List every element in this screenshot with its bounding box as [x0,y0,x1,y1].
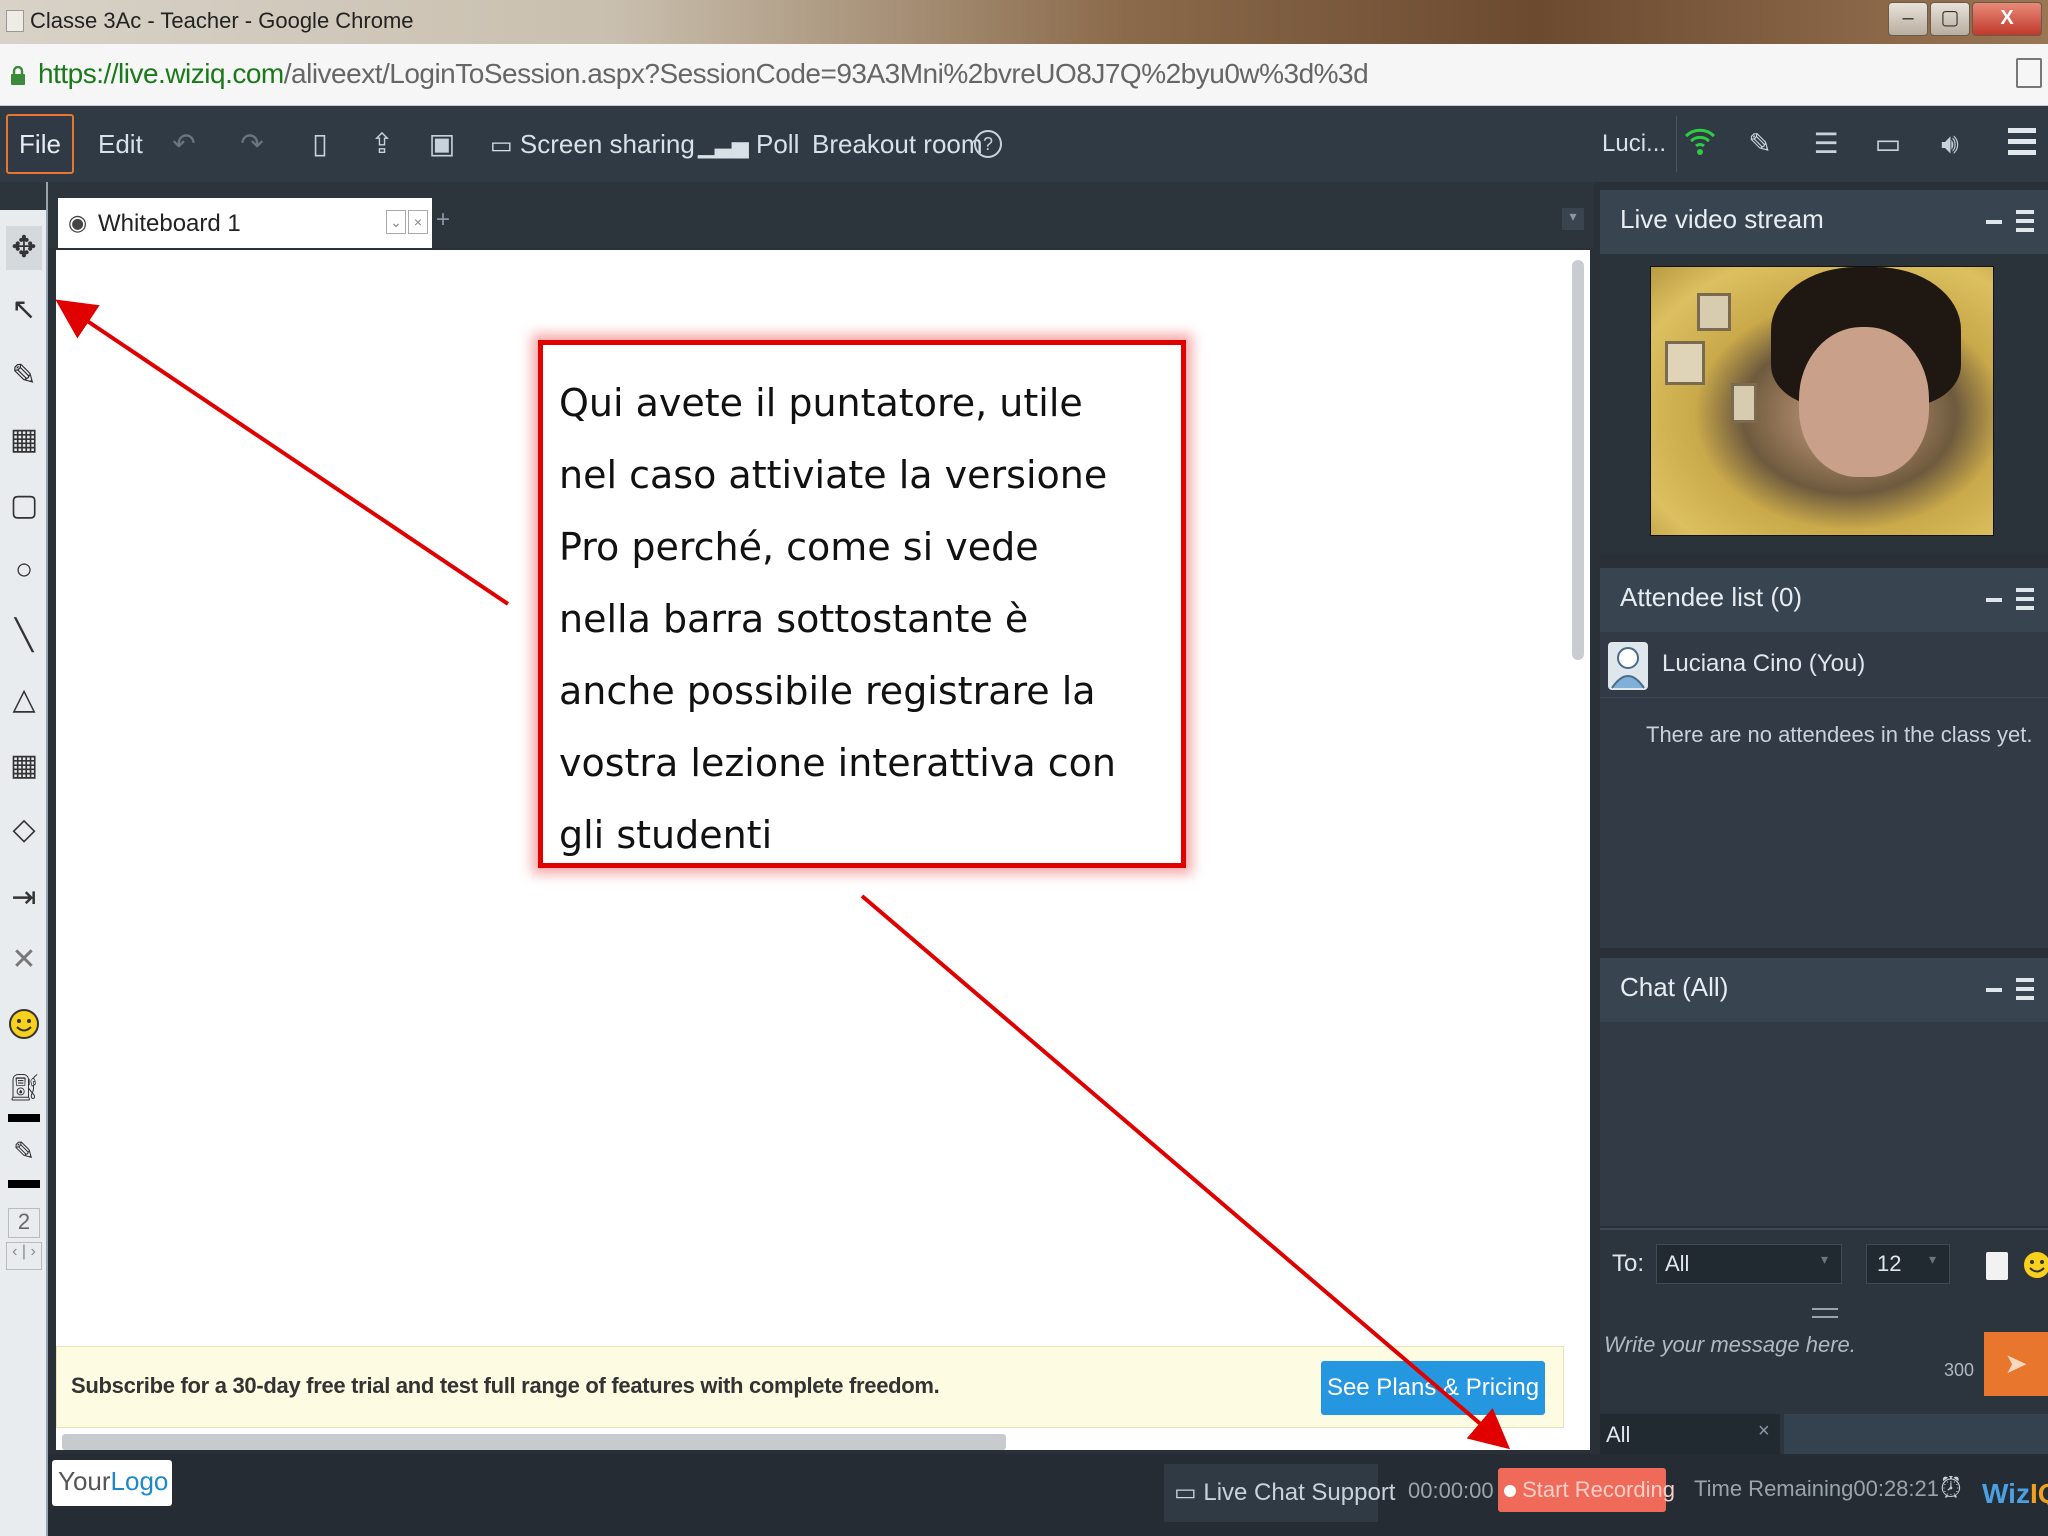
callout-line: vostra lezione interattiva con [559,741,1116,785]
callout-line: nel caso attiviate la versione [559,453,1108,497]
no-attendees-message: There are no attendees in the class yet. [1646,722,2033,747]
your-logo: YourLogo [52,1460,172,1506]
chat-bubble-icon: ▭ [1174,1479,1197,1506]
wiziq-brand-wiz: Wiz [1982,1478,2030,1509]
record-dot-icon [1504,1485,1516,1497]
webcam-frame-3 [1731,383,1757,423]
arrow-to-start-recording [860,894,1511,1450]
panel-menu-icon[interactable] [2016,210,2034,232]
attendee-panel: Luciana Cino (You) There are no attendee… [1600,632,2048,948]
live-video-panel [1600,254,2048,554]
live-video-panel-header: Live video stream [1600,190,2048,254]
chat-panel-title: Chat (All) [1620,972,1729,1002]
webcam-person-face [1799,327,1929,477]
chat-panel-header: Chat (All) [1600,958,2048,1022]
minimize-panel-icon[interactable] [1986,220,2002,224]
chat-char-count: 300 [1944,1360,1975,1380]
recording-timer: 00:00:00 [1408,1478,1494,1503]
panel-menu-icon[interactable] [2016,588,2034,610]
minimize-panel-icon[interactable] [1986,598,2002,602]
time-remaining-value: 00:28:21 [1853,1476,1939,1501]
live-chat-support-label: Live Chat Support [1203,1479,1396,1506]
chat-filter-clear-icon[interactable]: × [1758,1420,1770,1443]
chat-font-size-select[interactable]: 12 ▾ [1866,1244,1950,1284]
webcam-frame-2 [1697,293,1731,331]
status-bar: YourLogo ▭ Live Chat Support 00:00:00 St… [48,1454,2048,1536]
time-remaining: Time Remaining00:28:21 [1694,1476,1939,1502]
webcam-frame-1 [1665,341,1705,385]
callout-line: nella barra sottostante è [559,597,1029,641]
alarm-clock-icon[interactable]: ⏰︎ [1940,1472,1962,1505]
chat-recipient-select[interactable]: All ▾ [1656,1244,1842,1284]
live-chat-support-button[interactable]: ▭ Live Chat Support [1164,1464,1395,1522]
chat-controls: To: All ▾ 12 ▾ Write your message here. … [1600,1228,2048,1454]
start-recording-button[interactable]: Start Recording [1498,1468,1675,1512]
chat-message-input[interactable]: Write your message here. 300 [1600,1324,1980,1410]
chat-emoji-icon[interactable] [2020,1248,2048,1282]
live-video-panel-title: Live video stream [1620,204,1824,234]
chat-filter-bar [1784,1414,2048,1454]
your-logo-your: Your [58,1466,111,1496]
wiziq-brand-iq: IQ [2029,1478,2048,1509]
chat-recipient-value: All [1665,1251,1690,1276]
start-recording-label: Start Recording [1522,1477,1675,1502]
chat-filter-value: All [1606,1422,1631,1447]
avatar [1608,642,1648,690]
arrow-to-pointer-tool [55,299,510,606]
chevron-down-icon: ▾ [1929,1251,1937,1267]
panel-menu-icon[interactable] [2016,978,2034,1000]
chat-to-label: To: [1612,1250,1645,1277]
chevron-down-icon: ▾ [1821,1251,1829,1267]
send-message-button[interactable]: ➤ [1984,1332,2048,1396]
chat-messages-area [1600,1022,2048,1226]
chat-font-size-value: 12 [1877,1251,1902,1276]
attendee-name: Luciana Cino (You) [1662,650,1866,677]
chat-text-color-swatch[interactable] [1986,1252,2008,1280]
your-logo-logo: Logo [110,1466,169,1496]
attendee-panel-header: Attendee list (0) [1600,568,2048,632]
callout-line: gli studenti [559,813,773,857]
callout-line: Pro perché, come si vede [559,525,1039,569]
chat-resize-handle[interactable] [1812,1308,1838,1318]
attendee-row[interactable]: Luciana Cino (You) [1600,632,2048,698]
callout-line: Qui avete il puntatore, utile [559,381,1083,425]
minimize-panel-icon[interactable] [1986,988,2002,992]
chat-message-placeholder: Write your message here. [1604,1332,1856,1357]
wiziq-brand-logo: WizIQ [1982,1478,2048,1510]
time-remaining-label: Time Remaining [1694,1476,1854,1501]
annotation-callout: Qui avete il puntatore, utile nel caso a… [538,340,1186,868]
webcam-video-feed[interactable] [1650,266,1994,536]
attendee-panel-title: Attendee list (0) [1620,582,1803,612]
callout-line: anche possibile registrare la [559,669,1096,713]
chat-filter-field[interactable]: All × [1600,1414,1780,1454]
